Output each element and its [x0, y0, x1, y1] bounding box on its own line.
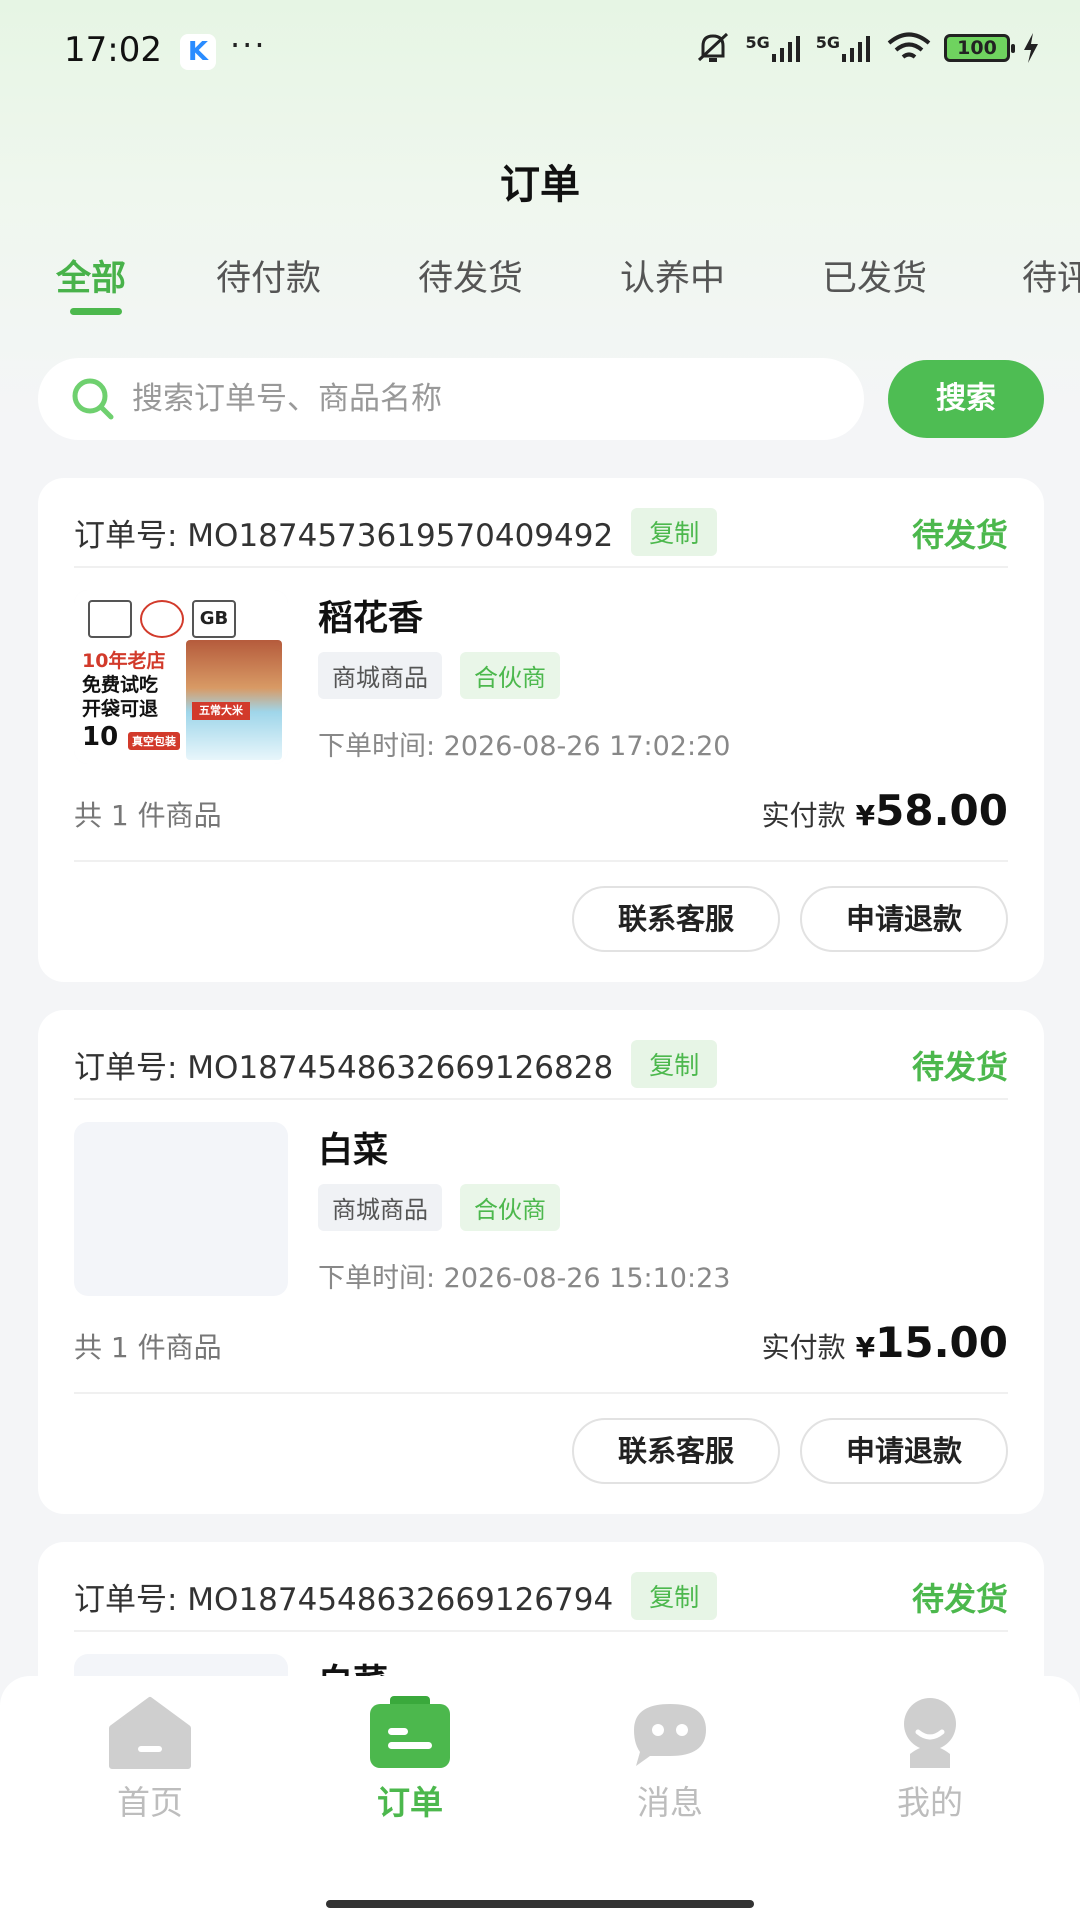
profile-icon: [904, 1698, 956, 1768]
status-icons: 5G 5G 100: [693, 30, 1040, 66]
tag-partner: 合伙商: [460, 652, 560, 699]
product-name[interactable]: 白菜: [318, 1122, 388, 1173]
award-seal-icon: [140, 600, 184, 638]
product-name[interactable]: 稻花香: [318, 590, 423, 641]
order-card[interactable]: 订单号: MO1874573619570409492 复制 待发货 GB 10年…: [38, 478, 1044, 982]
nav-orders[interactable]: 订单: [330, 1694, 490, 1824]
copy-button[interactable]: 复制: [631, 1040, 718, 1088]
more-notifications-icon: ···: [230, 26, 267, 64]
signal-icon: 5G: [745, 33, 803, 62]
order-status: 待发货: [911, 1048, 1008, 1086]
divider: [74, 1630, 1008, 1632]
divider: [74, 1098, 1008, 1100]
request-refund-button[interactable]: 申请退款: [800, 886, 1008, 952]
promo-line-2: 免费试吃: [82, 674, 159, 696]
item-count: 共 1 件商品: [74, 799, 222, 832]
paid-amount: 实付款 ¥ 15.00: [762, 1318, 1008, 1367]
product-thumbnail[interactable]: GB 10年老店 免费试吃 开袋可退 10 真空包装 五常大米: [74, 590, 288, 764]
product-thumbnail[interactable]: [74, 1122, 288, 1296]
status-time: 17:02: [64, 30, 162, 70]
order-status: 待发货: [911, 516, 1008, 554]
currency-symbol: ¥: [855, 799, 876, 832]
promo-line-1: 10年老店: [82, 650, 166, 672]
brand-logo-icon: [88, 600, 132, 638]
vacuum-seal-badge: 真空包装: [128, 732, 180, 750]
order-tabs: 全部 待付款 待发货 认养中 已发货 待评: [0, 250, 1080, 330]
tag-mall-product: 商城商品: [318, 1184, 442, 1231]
order-number-row: 订单号: MO1874573619570409492 复制: [74, 508, 718, 556]
bottom-navigation: 首页 订单 消息 我的: [0, 1676, 1080, 1920]
rice-package-image: GB 10年老店 免费试吃 开袋可退 10 真空包装 五常大米: [74, 590, 288, 764]
nav-home-label: 首页: [117, 1783, 183, 1822]
search-bar: [38, 358, 864, 440]
divider: [74, 860, 1008, 862]
home-icon: [109, 1697, 191, 1769]
amount-value: 58.00: [875, 786, 1008, 835]
paid-label: 实付款: [761, 1331, 846, 1364]
order-number: 订单号: MO1874573619570409492: [74, 517, 614, 554]
nav-messages[interactable]: 消息: [590, 1694, 750, 1824]
nav-profile-label: 我的: [897, 1783, 963, 1822]
active-tab-indicator: [70, 308, 122, 315]
rice-bag-icon: [186, 640, 282, 760]
divider: [74, 1392, 1008, 1394]
gb-standard-icon: GB: [192, 600, 236, 638]
tab-shipped[interactable]: 已发货: [822, 250, 927, 301]
request-refund-button[interactable]: 申请退款: [800, 1418, 1008, 1484]
signal-icon: 5G: [816, 33, 874, 62]
page-title: 订单: [500, 162, 580, 208]
nav-messages-label: 消息: [637, 1783, 703, 1822]
order-number-row: 订单号: MO1874548632669126828 复制: [74, 1040, 718, 1088]
rice-bag-label: 五常大米: [192, 702, 250, 720]
weight-badge: 10: [82, 722, 119, 752]
currency-symbol: ¥: [855, 1331, 876, 1364]
tab-pending-review[interactable]: 待评: [1022, 250, 1080, 301]
status-bar: 17:02 K ··· 5G 5G 100: [0, 0, 1080, 100]
home-indicator[interactable]: [326, 1900, 754, 1908]
search-input[interactable]: [132, 381, 812, 417]
order-number: 订单号: MO1874548632669126828: [74, 1049, 614, 1086]
item-count: 共 1 件商品: [74, 1331, 222, 1364]
copy-button[interactable]: 复制: [631, 1572, 718, 1620]
product-tags: 商城商品 合伙商: [318, 652, 560, 699]
tab-adopting[interactable]: 认养中: [620, 250, 725, 301]
order-card[interactable]: 订单号: MO1874548632669126828 复制 待发货 白菜 商城商…: [38, 1010, 1044, 1514]
tab-all[interactable]: 全部: [56, 250, 126, 301]
divider: [74, 566, 1008, 568]
order-time: 下单时间: 2026-08-26 15:10:23: [318, 1263, 731, 1294]
nav-orders-label: 订单: [377, 1783, 443, 1822]
search-icon: [72, 378, 114, 420]
charging-icon: [1024, 33, 1038, 63]
nav-profile[interactable]: 我的: [850, 1694, 1010, 1824]
mute-icon: [698, 32, 729, 62]
order-number-row: 订单号: MO1874548632669126794 复制: [74, 1572, 718, 1620]
app-notification-icon: K: [180, 34, 216, 70]
order-status: 待发货: [911, 1580, 1008, 1618]
battery-icon: 100: [944, 34, 1015, 62]
tag-mall-product: 商城商品: [318, 652, 442, 699]
amount-value: 15.00: [875, 1318, 1008, 1367]
tag-partner: 合伙商: [460, 1184, 560, 1231]
nav-home[interactable]: 首页: [70, 1694, 230, 1824]
product-tags: 商城商品 合伙商: [318, 1184, 560, 1231]
tab-pending-payment[interactable]: 待付款: [216, 250, 321, 301]
contact-service-button[interactable]: 联系客服: [572, 1418, 780, 1484]
tab-pending-shipment[interactable]: 待发货: [418, 250, 523, 301]
promo-line-3: 开袋可退: [82, 698, 159, 720]
paid-amount: 实付款 ¥ 58.00: [762, 786, 1008, 835]
order-number: 订单号: MO1874548632669126794: [74, 1581, 614, 1618]
contact-service-button[interactable]: 联系客服: [572, 886, 780, 952]
paid-label: 实付款: [761, 799, 846, 832]
copy-button[interactable]: 复制: [631, 508, 718, 556]
message-icon: [634, 1704, 706, 1766]
order-time: 下单时间: 2026-08-26 17:02:20: [318, 731, 731, 762]
wifi-icon: [887, 32, 931, 59]
order-icon: [370, 1696, 450, 1768]
search-button[interactable]: 搜索: [888, 360, 1044, 438]
